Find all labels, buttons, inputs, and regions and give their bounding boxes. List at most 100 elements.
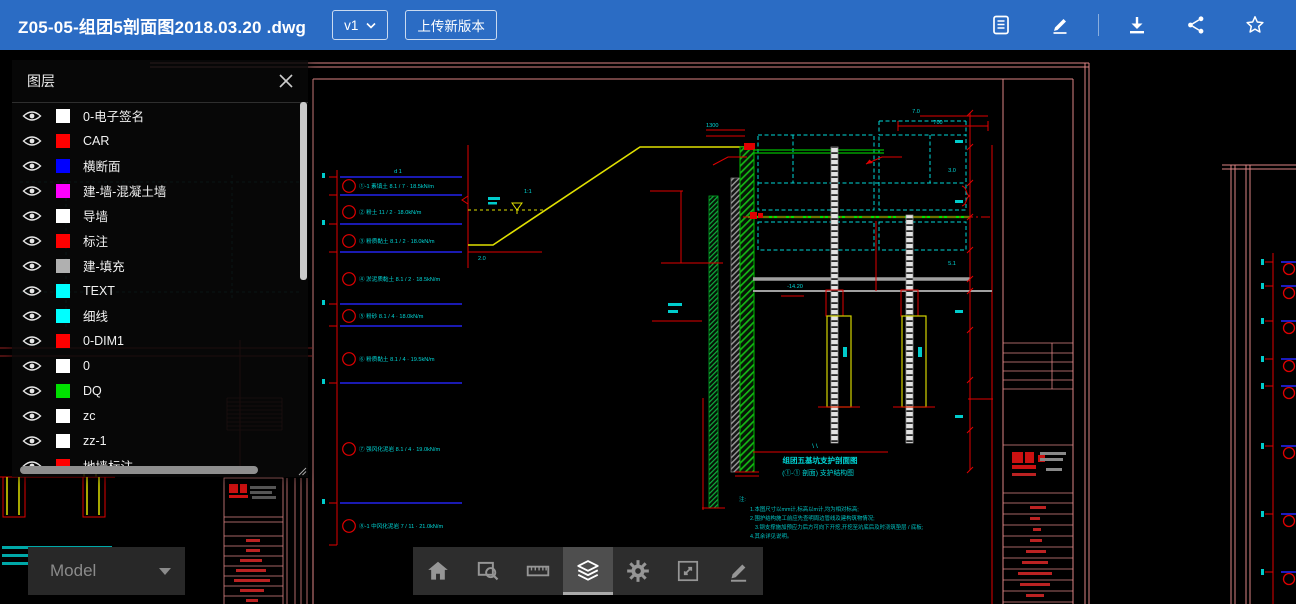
layer-color-swatch[interactable] xyxy=(56,134,70,148)
eye-visible-icon[interactable] xyxy=(22,334,44,347)
layer-color-swatch[interactable] xyxy=(56,284,70,298)
layer-row[interactable]: 标注 xyxy=(12,228,308,253)
layer-row[interactable]: 建-墙-混凝土墙 xyxy=(12,178,308,203)
basement-structure: -14.20 xyxy=(650,121,992,321)
section-marks: \ \ xyxy=(812,443,818,450)
layer-label: zc xyxy=(83,409,96,423)
ruler-icon xyxy=(525,558,551,584)
excavation-slope: 1:1 2.0 xyxy=(468,147,748,262)
top-bar: Z05-05-组团5剖面图2018.03.20 .dwg v1 上传新版本 xyxy=(0,0,1296,50)
layer-label: 建-填充 xyxy=(83,256,125,275)
layer-color-swatch[interactable] xyxy=(56,334,70,348)
left-piles xyxy=(0,477,115,517)
slab-elevation-label: -14.20 xyxy=(787,284,803,290)
upload-button-label: 上传新版本 xyxy=(417,15,485,35)
annotate-pencil-icon[interactable] xyxy=(1049,14,1071,36)
layer-color-swatch[interactable] xyxy=(56,309,70,323)
vertical-scrollbar[interactable] xyxy=(300,102,307,280)
measure-button[interactable] xyxy=(513,547,563,595)
soil-table-header: d 1 xyxy=(394,169,402,175)
layer-row[interactable]: 0 xyxy=(12,353,308,378)
share-icon[interactable] xyxy=(1185,14,1207,36)
layer-row[interactable]: 0-DIM1 xyxy=(12,328,308,353)
layers-button[interactable] xyxy=(563,547,613,595)
topbar-actions xyxy=(990,14,1296,36)
eye-visible-icon[interactable] xyxy=(22,384,44,397)
layer-row[interactable]: 导墙 xyxy=(12,203,308,228)
eye-visible-icon[interactable] xyxy=(22,309,44,322)
zoom-window-icon xyxy=(475,558,501,584)
dropdown-arrow-icon xyxy=(159,568,171,575)
version-dropdown[interactable]: v1 xyxy=(332,10,388,40)
soil-row: ⑧-1 中风化泥岩 7 / 11 · 21.0kN/m xyxy=(359,522,443,530)
favorite-star-icon[interactable] xyxy=(1244,14,1266,36)
layer-color-swatch[interactable] xyxy=(56,234,70,248)
layer-color-swatch[interactable] xyxy=(56,184,70,198)
eye-visible-icon[interactable] xyxy=(22,184,44,197)
close-icon[interactable] xyxy=(279,74,293,88)
left-title-block xyxy=(224,478,307,604)
eye-visible-icon[interactable] xyxy=(22,134,44,147)
top-dim-label: 7.0 xyxy=(912,109,920,115)
annotate-button[interactable] xyxy=(713,547,763,595)
layer-row[interactable]: 0-电子签名 xyxy=(12,103,308,128)
gear-icon xyxy=(625,558,651,584)
layer-row[interactable]: zz-1 xyxy=(12,428,308,453)
layer-row[interactable]: 建-填充 xyxy=(12,253,308,278)
eye-visible-icon[interactable] xyxy=(22,359,44,372)
soil-row: ③ 粉质黏土 8.1 / 2 · 18.0kN/m xyxy=(359,237,435,245)
layer-color-swatch[interactable] xyxy=(56,159,70,173)
eye-visible-icon[interactable] xyxy=(22,234,44,247)
eye-visible-icon[interactable] xyxy=(22,109,44,122)
eye-visible-icon[interactable] xyxy=(22,209,44,222)
section-title-line2: (①-① 剖面) 支护结构图 xyxy=(782,468,854,477)
layer-row[interactable]: DQ xyxy=(12,378,308,403)
layer-row[interactable]: CAR xyxy=(12,128,308,153)
fullscreen-button[interactable] xyxy=(663,547,713,595)
layer-color-swatch[interactable] xyxy=(56,109,70,123)
note-line: 2.围护结构施工前应先查明周边管线及建构筑物情况; xyxy=(750,514,875,522)
horizontal-scrollbar[interactable] xyxy=(20,466,258,474)
eye-visible-icon[interactable] xyxy=(22,409,44,422)
top-dim-label: 700 xyxy=(933,120,942,126)
settings-button[interactable] xyxy=(613,547,663,595)
note-line: 4.其余详见说明。 xyxy=(750,532,792,540)
chain-dim-label: 3.0 xyxy=(948,168,956,174)
document-outline-icon[interactable] xyxy=(990,14,1012,36)
version-label: v1 xyxy=(344,18,358,33)
upload-new-version-button[interactable]: 上传新版本 xyxy=(405,10,497,40)
topbar-divider xyxy=(1098,14,1099,36)
eye-visible-icon[interactable] xyxy=(22,259,44,272)
layer-label: zz-1 xyxy=(83,434,107,448)
chain-dim-label: 5.1 xyxy=(948,261,956,267)
layer-row[interactable]: 横断面 xyxy=(12,153,308,178)
layer-color-swatch[interactable] xyxy=(56,359,70,373)
resize-handle-icon[interactable] xyxy=(296,465,308,477)
layer-color-swatch[interactable] xyxy=(56,209,70,223)
layer-color-swatch[interactable] xyxy=(56,384,70,398)
company-stamp-small xyxy=(229,484,276,499)
layer-row[interactable]: zc xyxy=(12,403,308,428)
adjacent-sheet-edge xyxy=(1222,165,1296,604)
home-icon xyxy=(425,558,451,584)
home-button[interactable] xyxy=(413,547,463,595)
layer-row[interactable]: TEXT xyxy=(12,278,308,303)
layer-label: 横断面 xyxy=(83,156,121,175)
layer-color-swatch[interactable] xyxy=(56,434,70,448)
eye-visible-icon[interactable] xyxy=(22,434,44,447)
title-block-text-marks xyxy=(1018,506,1052,597)
eye-visible-icon[interactable] xyxy=(22,284,44,297)
eye-visible-icon[interactable] xyxy=(22,159,44,172)
download-icon[interactable] xyxy=(1126,14,1148,36)
layer-label: CAR xyxy=(83,134,109,148)
layer-label: 建-墙-混凝土墙 xyxy=(83,181,166,200)
layer-row[interactable]: 细线 xyxy=(12,303,308,328)
layer-color-swatch[interactable] xyxy=(56,259,70,273)
layer-color-swatch[interactable] xyxy=(56,409,70,423)
model-space-selector[interactable]: Model xyxy=(28,547,185,595)
layer-label: 0-DIM1 xyxy=(83,334,124,348)
zoom-window-button[interactable] xyxy=(463,547,513,595)
pencil-icon xyxy=(725,558,751,584)
company-stamp xyxy=(1012,452,1066,476)
slope-ratio-label: 1:1 xyxy=(524,189,532,195)
